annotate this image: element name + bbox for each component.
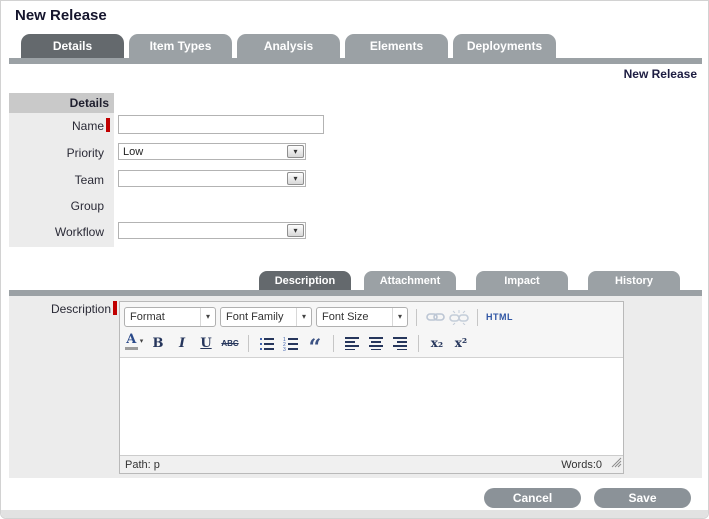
align-right-button[interactable] [390, 333, 410, 353]
tab-analysis[interactable]: Analysis [237, 34, 340, 58]
bold-button[interactable]: B [148, 333, 168, 353]
italic-button[interactable]: I [172, 333, 192, 353]
chevron-down-icon: ▾ [200, 308, 215, 326]
new-release-window: New Release Details Item Types Analysis … [0, 0, 709, 519]
font-family-select[interactable]: Font Family ▾ [220, 307, 312, 327]
toolbar-separator [416, 309, 417, 326]
name-required-marker [106, 118, 110, 132]
tab-attachment[interactable]: Attachment [364, 271, 456, 290]
chevron-down-icon: ▾ [392, 308, 407, 326]
workflow-label: Workflow [9, 225, 104, 239]
details-label-column [9, 93, 114, 247]
cancel-button[interactable]: Cancel [484, 488, 581, 508]
toolbar-separator [477, 309, 478, 326]
editor-status-bar: Path: p Words:0 [120, 455, 623, 473]
superscript-button[interactable]: x² [451, 333, 471, 353]
tab-elements[interactable]: Elements [345, 34, 448, 58]
priority-select[interactable]: Low ▾ [118, 143, 306, 160]
text-color-button[interactable]: A ▾ [124, 333, 144, 353]
text-color-letter: A [126, 333, 136, 346]
html-source-button[interactable]: HTML [486, 312, 513, 322]
chevron-down-icon: ▾ [140, 337, 144, 345]
insert-link-button[interactable] [425, 307, 445, 327]
chevron-down-icon: ▾ [296, 308, 311, 326]
align-left-button[interactable] [342, 333, 362, 353]
tab-history[interactable]: History [588, 271, 680, 290]
tab-details[interactable]: Details [21, 34, 124, 58]
resize-handle[interactable] [611, 457, 622, 471]
bullet-list-icon [259, 335, 275, 351]
group-label: Group [9, 199, 104, 213]
priority-label: Priority [9, 146, 104, 160]
bullet-list-button[interactable] [257, 333, 277, 353]
editor-toolbar: Format ▾ Font Family ▾ Font Size ▾ [120, 302, 623, 358]
tab-impact[interactable]: Impact [476, 271, 568, 290]
font-family-select-value: Font Family [226, 311, 283, 323]
svg-text:3: 3 [283, 347, 286, 351]
workflow-select[interactable]: ▾ [118, 222, 306, 239]
tab-description[interactable]: Description [259, 271, 351, 290]
align-center-icon [368, 336, 384, 350]
content-heading: New Release [624, 67, 697, 81]
underline-button[interactable]: U [196, 333, 216, 353]
description-required-marker [113, 301, 117, 315]
toolbar-separator [418, 335, 419, 352]
word-count: Words:0 [561, 459, 602, 471]
name-input[interactable] [118, 115, 324, 134]
window-bottom-edge [1, 510, 708, 518]
font-size-select-value: Font Size [322, 311, 368, 323]
save-button[interactable]: Save [594, 488, 691, 508]
unlink-icon [449, 309, 469, 325]
format-select-value: Format [130, 311, 165, 323]
page-title: New Release [15, 7, 107, 24]
chevron-down-icon[interactable]: ▾ [287, 145, 304, 158]
numbered-list-button[interactable]: 123 [281, 333, 301, 353]
font-size-select[interactable]: Font Size ▾ [316, 307, 408, 327]
toolbar-separator [248, 335, 249, 352]
description-label: Description [9, 302, 111, 316]
editor-text-area[interactable] [120, 358, 623, 455]
chevron-down-icon[interactable]: ▾ [287, 172, 304, 185]
align-left-icon [344, 336, 360, 350]
details-section-header: Details [9, 93, 114, 113]
remove-link-button[interactable] [449, 307, 469, 327]
rich-text-editor: Format ▾ Font Family ▾ Font Size ▾ [119, 301, 624, 474]
main-tab-strip: Details Item Types Analysis Elements Dep… [21, 34, 556, 58]
resize-grip-icon [611, 457, 622, 468]
path-status: Path: p [125, 459, 160, 471]
numbered-list-icon: 123 [283, 335, 299, 351]
format-select[interactable]: Format ▾ [124, 307, 216, 327]
tab-deployments[interactable]: Deployments [453, 34, 556, 58]
tab-item-types[interactable]: Item Types [129, 34, 232, 58]
name-label: Name [9, 119, 104, 133]
align-center-button[interactable] [366, 333, 386, 353]
strikethrough-button[interactable]: ABC [220, 333, 240, 353]
subscript-button[interactable]: x₂ [427, 333, 447, 353]
link-icon [426, 311, 445, 323]
toolbar-separator [333, 335, 334, 352]
align-right-icon [392, 336, 408, 350]
team-label: Team [9, 173, 104, 187]
main-tab-bar [9, 58, 702, 64]
team-select[interactable]: ▾ [118, 170, 306, 187]
color-swatch [125, 347, 138, 350]
blockquote-button[interactable]: “ [305, 338, 325, 358]
chevron-down-icon[interactable]: ▾ [287, 224, 304, 237]
priority-value: Low [123, 145, 143, 159]
